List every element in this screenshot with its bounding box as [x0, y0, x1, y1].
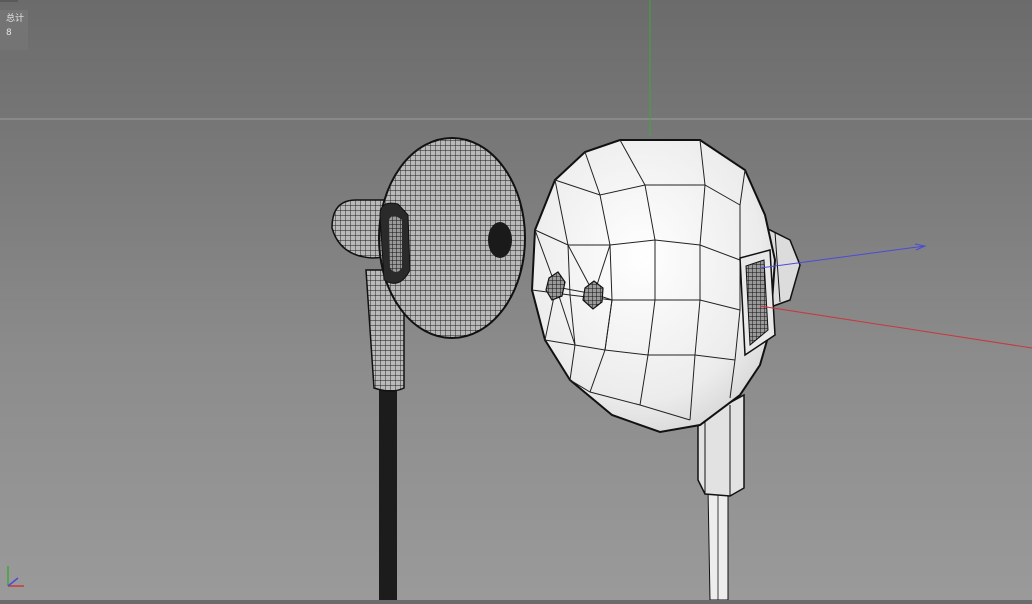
stats-label: 总计: [6, 14, 25, 24]
grill-left: [389, 216, 402, 272]
stats-panel: 总计 8: [0, 10, 28, 50]
3d-viewport[interactable]: [0, 0, 1032, 601]
earphone-low-poly-wireframe[interactable]: [530, 139, 801, 601]
pole-left: [488, 222, 512, 258]
toolbar-edge: [0, 0, 18, 2]
viewport-canvas[interactable]: [0, 0, 1032, 601]
shell-right: [530, 139, 777, 434]
object-x-axis: [759, 305, 1032, 349]
side-port-grill: [745, 259, 769, 347]
earphone-hi-res-wireframe[interactable]: [331, 137, 526, 600]
stats-value: 8: [6, 28, 12, 38]
cable-left: [379, 385, 397, 600]
xyz-axis-gizmo-icon: [7, 566, 24, 587]
